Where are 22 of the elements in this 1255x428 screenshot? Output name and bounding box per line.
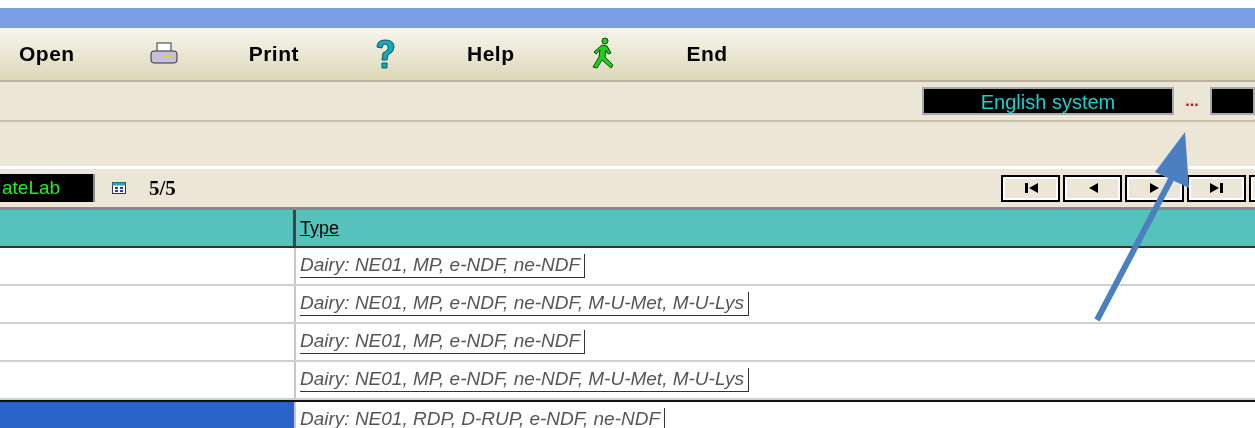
toolbar-button[interactable]: Help xyxy=(467,42,515,66)
system-field[interactable]: English system xyxy=(922,87,1174,115)
type-cell: Dairy: NE01, MP, e-NDF, ne-NDF xyxy=(300,254,586,278)
type-cell: Dairy: NE01, MP, e-NDF, ne-NDF, M-U-Met, M-U-Lys xyxy=(300,368,750,392)
next-icon xyxy=(1148,182,1161,194)
previous-record-button[interactable] xyxy=(1063,174,1122,202)
last-record-button[interactable] xyxy=(1187,174,1246,202)
last-icon xyxy=(1208,182,1225,194)
toolbar-button[interactable]: End xyxy=(686,42,728,66)
toolbar-button[interactable]: Print xyxy=(248,42,299,66)
help-icon[interactable] xyxy=(373,38,397,70)
printer-icon[interactable] xyxy=(148,41,179,67)
text-field[interactable] xyxy=(1210,87,1255,115)
type-cell: Dairy: NE01, MP, e-NDF, ne-NDF, M-U-Met, M-U-Lys xyxy=(300,292,750,316)
type-cell: Dairy: NE01, MP, e-NDF, ne-NDF xyxy=(300,330,586,354)
first-record-button[interactable] xyxy=(1001,174,1060,202)
toolbar-button[interactable]: Open xyxy=(19,42,75,66)
grid-icon[interactable] xyxy=(112,182,126,194)
first-icon xyxy=(1022,182,1039,194)
browse-button[interactable]: ... xyxy=(1174,87,1210,115)
record-counter: 5/5 xyxy=(149,175,176,201)
name-field[interactable]: ateLab xyxy=(0,174,95,202)
